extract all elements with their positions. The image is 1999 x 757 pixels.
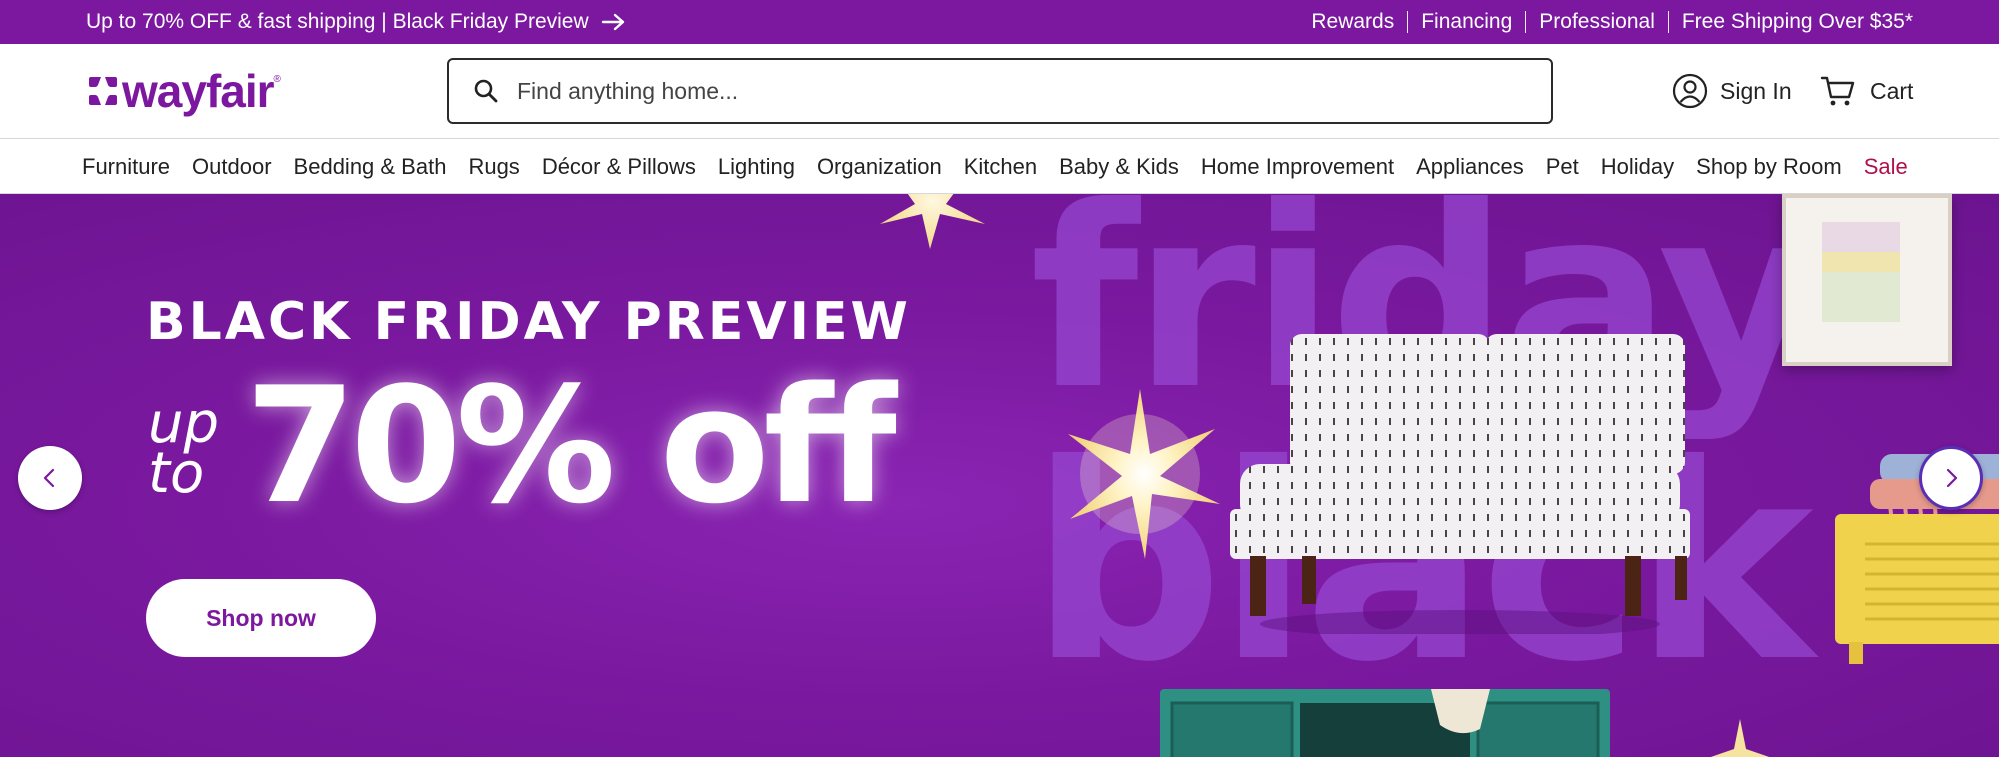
promo-link[interactable]: Up to 70% OFF & fast shipping | Black Fr… <box>86 0 627 44</box>
nav-rugs[interactable]: Rugs <box>468 154 519 180</box>
promo-text: Up to 70% OFF & fast shipping | Black Fr… <box>86 10 589 33</box>
divider <box>1407 11 1409 33</box>
shop-now-button[interactable]: Shop now <box>146 579 376 657</box>
hero-carousel: friday black BLACK FRIDAY PREVIEW up to … <box>0 194 1999 757</box>
nav-baby-kids[interactable]: Baby & Kids <box>1059 154 1179 180</box>
star-lantern-icon <box>1710 719 1770 757</box>
nav-pet[interactable]: Pet <box>1546 154 1579 180</box>
hero-headline: 70% off <box>245 352 897 539</box>
nav-holiday[interactable]: Holiday <box>1601 154 1674 180</box>
wall-art-image <box>1782 194 1952 366</box>
nav-sale[interactable]: Sale <box>1864 154 1908 180</box>
nav-bedding-bath[interactable]: Bedding & Bath <box>294 154 447 180</box>
loveseat-image <box>1230 334 1690 634</box>
divider <box>1525 11 1527 33</box>
chevron-left-icon <box>43 468 55 488</box>
financing-link[interactable]: Financing <box>1421 10 1512 34</box>
wayfair-logo[interactable]: wayfair ® <box>86 66 281 116</box>
divider <box>1667 11 1669 33</box>
account-circle-icon <box>1672 73 1708 109</box>
nav-lighting[interactable]: Lighting <box>718 154 795 180</box>
sign-in-label: Sign In <box>1720 77 1792 104</box>
hero-eyebrow: BLACK FRIDAY PREVIEW <box>146 292 911 352</box>
nav-furniture[interactable]: Furniture <box>82 154 170 180</box>
nav-decor-pillows[interactable]: Décor & Pillows <box>542 154 696 180</box>
cart-label: Cart <box>1870 77 1914 104</box>
teal-cabinet-image <box>1160 689 1610 757</box>
logo-wordmark: wayfair <box>122 65 275 117</box>
star-lantern-icon <box>880 194 985 249</box>
promo-bar: Up to 70% OFF & fast shipping | Black Fr… <box>0 0 1999 44</box>
nav-outdoor[interactable]: Outdoor <box>192 154 272 180</box>
nav-appliances[interactable]: Appliances <box>1416 154 1524 180</box>
cart-icon <box>1820 76 1855 106</box>
nav-kitchen[interactable]: Kitchen <box>964 154 1037 180</box>
search-bar[interactable] <box>447 58 1553 124</box>
nav-shop-by-room[interactable]: Shop by Room <box>1696 154 1842 180</box>
chevron-right-icon <box>1946 468 1958 488</box>
nav-home-improvement[interactable]: Home Improvement <box>1201 154 1394 180</box>
free-shipping-link[interactable]: Free Shipping Over $35* <box>1682 10 1913 34</box>
arrow-right-icon <box>601 13 624 31</box>
nav-organization[interactable]: Organization <box>817 154 942 180</box>
hero-up-to: up to <box>148 395 248 507</box>
professional-link[interactable]: Professional <box>1539 10 1655 34</box>
yellow-dresser-image <box>1835 514 1999 664</box>
utility-links: Rewards Financing Professional Free Ship… <box>1311 0 1913 44</box>
hero-to: to <box>148 441 205 507</box>
cart-button[interactable]: Cart <box>1820 70 1913 112</box>
trademark-symbol: ® <box>273 74 281 85</box>
search-input[interactable] <box>517 77 1517 105</box>
site-header: wayfair ® Sign In Cart <box>0 44 1999 139</box>
star-lantern-icon <box>1068 389 1220 559</box>
sign-in-button[interactable]: Sign In <box>1672 70 1792 112</box>
search-icon[interactable] <box>473 78 499 104</box>
category-nav: Furniture Outdoor Bedding & Bath Rugs Dé… <box>0 140 1999 194</box>
rewards-link[interactable]: Rewards <box>1311 10 1394 34</box>
logo-mark-icon <box>89 77 117 105</box>
carousel-next-button[interactable] <box>1919 446 1983 510</box>
carousel-prev-button[interactable] <box>18 446 82 510</box>
